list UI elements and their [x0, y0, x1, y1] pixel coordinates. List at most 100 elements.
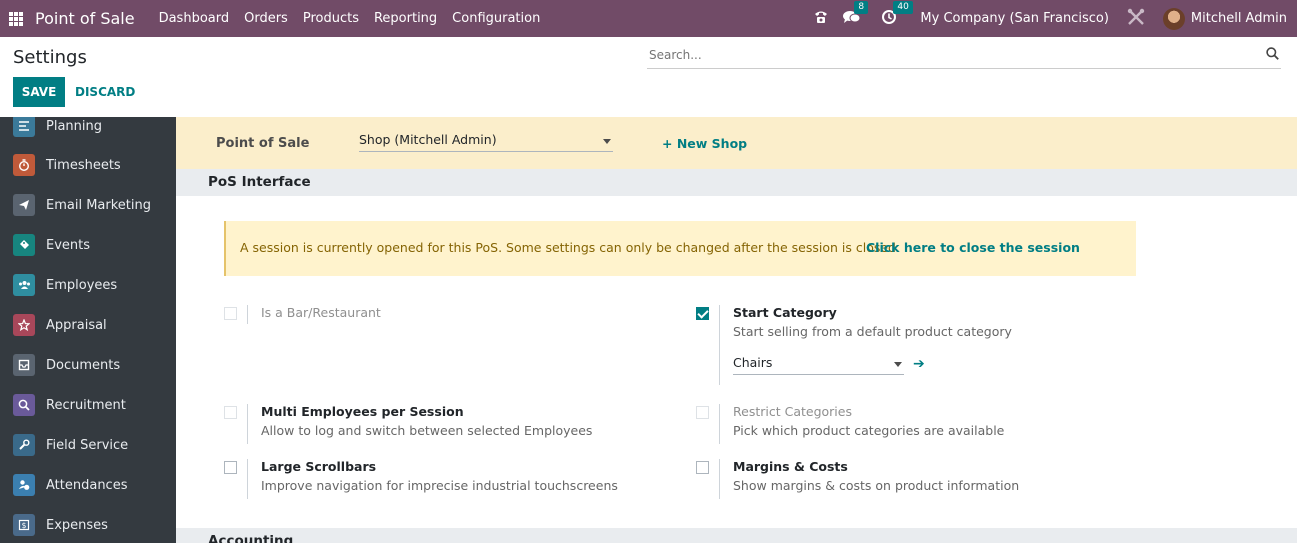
pos-select-value: Shop (Mitchell Admin) — [359, 132, 497, 147]
new-shop-button[interactable]: + New Shop — [662, 136, 747, 151]
users-icon — [13, 274, 35, 296]
messages-icon[interactable]: 8 — [843, 0, 869, 28]
sidebar-item-attendances[interactable]: Attendances — [0, 470, 176, 500]
save-button[interactable]: SAVE — [13, 77, 65, 107]
menu-reporting[interactable]: Reporting — [374, 11, 437, 26]
chevron-down-icon — [894, 362, 902, 367]
setting-title: Large Scrollbars — [261, 459, 377, 474]
messages-badge: 8 — [854, 0, 869, 14]
menu-dashboard[interactable]: Dashboard — [159, 11, 230, 26]
sidebar-item-employees[interactable]: Employees — [0, 270, 176, 300]
setting-description: Show margins & costs on product informat… — [733, 478, 1020, 493]
category-select-value: Chairs — [733, 355, 773, 370]
sidebar-item-appraisal[interactable]: Appraisal — [0, 310, 176, 340]
sidebar-item-timesheets[interactable]: Timesheets — [0, 150, 176, 180]
settings-main: Point of Sale Shop (Mitchell Admin) + Ne… — [176, 117, 1297, 543]
setting-multi-employees: Multi Employees per Session Allow to log… — [224, 404, 674, 444]
sidebar-item-label: Email Marketing — [46, 197, 151, 213]
paper-plane-icon — [13, 194, 35, 216]
stopwatch-icon — [13, 154, 35, 176]
planning-icon — [13, 117, 35, 137]
search-input[interactable] — [647, 44, 1247, 66]
sidebar-item-events[interactable]: Events — [0, 230, 176, 260]
page-title: Settings — [13, 47, 87, 68]
arrow-right-icon[interactable]: ➔ — [913, 356, 925, 372]
svg-text:$: $ — [22, 521, 27, 530]
setting-description: Pick which product categories are availa… — [733, 423, 1005, 438]
alert-message: A session is currently opened for this P… — [240, 240, 900, 255]
discard-button[interactable]: DISCARD — [75, 77, 135, 107]
divider — [247, 459, 248, 499]
settings-sidebar: Planning Timesheets Email Marketing Even… — [0, 117, 176, 543]
sidebar-item-label: Planning — [46, 118, 102, 134]
setting-large-scrollbars: Large Scrollbars Improve navigation for … — [224, 459, 674, 499]
activities-badge: 40 — [893, 0, 913, 14]
activities-icon[interactable]: 40 — [882, 0, 913, 28]
user-avatar[interactable] — [1162, 7, 1185, 30]
company-switcher[interactable]: My Company (San Francisco) — [920, 11, 1108, 26]
sidebar-item-label: Timesheets — [46, 157, 121, 173]
ticket-icon — [13, 234, 35, 256]
sidebar-item-label: Expenses — [46, 517, 108, 533]
sidebar-item-expenses[interactable]: $ Expenses — [0, 510, 176, 540]
menu-orders[interactable]: Orders — [244, 11, 288, 26]
section-heading-pos-interface: PoS Interface — [176, 169, 1297, 196]
sidebar-item-label: Attendances — [46, 477, 128, 493]
section-heading-accounting: Accounting — [176, 528, 1297, 543]
setting-title: Multi Employees per Session — [261, 404, 464, 419]
sidebar-item-email-marketing[interactable]: Email Marketing — [0, 190, 176, 220]
pos-label: Point of Sale — [216, 136, 310, 151]
pos-select[interactable]: Shop (Mitchell Admin) — [359, 132, 613, 152]
money-icon: $ — [13, 514, 35, 536]
setting-title: Start Category — [733, 305, 837, 320]
setting-bar-restaurant: Is a Bar/Restaurant — [224, 305, 624, 345]
top-navbar: Point of Sale Dashboard Orders Products … — [0, 0, 1297, 37]
divider — [719, 305, 720, 385]
wrench-icon — [13, 434, 35, 456]
margins-costs-checkbox[interactable] — [696, 461, 709, 474]
phone-icon[interactable] — [813, 10, 829, 28]
menu-configuration[interactable]: Configuration — [452, 11, 540, 26]
restrict-categories-checkbox[interactable] — [696, 406, 709, 419]
sidebar-item-label: Events — [46, 237, 91, 253]
divider — [247, 305, 248, 324]
sidebar-item-recruitment[interactable]: Recruitment — [0, 390, 176, 420]
apps-menu-icon[interactable] — [9, 11, 23, 26]
setting-title: Restrict Categories — [733, 404, 852, 419]
debug-tools-icon[interactable] — [1127, 8, 1145, 30]
search-person-icon — [13, 394, 35, 416]
menu-products[interactable]: Products — [303, 11, 359, 26]
session-alert: A session is currently opened for this P… — [224, 221, 1136, 276]
chevron-down-icon — [603, 139, 611, 144]
sidebar-item-label: Appraisal — [46, 317, 107, 333]
bar-restaurant-checkbox[interactable] — [224, 307, 237, 320]
pos-selector-bar: Point of Sale Shop (Mitchell Admin) + Ne… — [176, 117, 1297, 169]
sidebar-item-planning[interactable]: Planning — [0, 117, 176, 141]
setting-title: Margins & Costs — [733, 459, 848, 474]
app-name[interactable]: Point of Sale — [35, 9, 135, 28]
user-menu[interactable]: Mitchell Admin — [1191, 11, 1287, 26]
setting-description: Start selling from a default product cat… — [733, 324, 1012, 339]
divider — [719, 459, 720, 499]
divider — [719, 404, 720, 444]
search-icon[interactable] — [1266, 47, 1279, 60]
setting-restrict-categories: Restrict Categories Pick which product c… — [696, 404, 1146, 444]
start-category-select[interactable]: Chairs — [733, 355, 904, 375]
sidebar-item-field-service[interactable]: Field Service — [0, 430, 176, 460]
sidebar-item-label: Recruitment — [46, 397, 126, 413]
setting-start-category: Start Category Start selling from a defa… — [696, 305, 1146, 385]
navbar-systray: 8 40 My Company (San Francisco) Mitchell… — [813, 0, 1297, 37]
user-clock-icon — [13, 474, 35, 496]
large-scrollbars-checkbox[interactable] — [224, 461, 237, 474]
sidebar-item-documents[interactable]: Documents — [0, 350, 176, 380]
multi-employees-checkbox[interactable] — [224, 406, 237, 419]
sidebar-item-label: Documents — [46, 357, 121, 373]
setting-description: Allow to log and switch between selected… — [261, 423, 593, 438]
sidebar-item-label: Field Service — [46, 437, 129, 453]
start-category-checkbox[interactable] — [696, 307, 709, 320]
setting-margins-costs: Margins & Costs Show margins & costs on … — [696, 459, 1146, 499]
search-bar — [647, 44, 1281, 69]
setting-description: Improve navigation for imprecise industr… — [261, 478, 618, 493]
star-icon — [13, 314, 35, 336]
close-session-link[interactable]: Click here to close the session — [866, 240, 1080, 255]
